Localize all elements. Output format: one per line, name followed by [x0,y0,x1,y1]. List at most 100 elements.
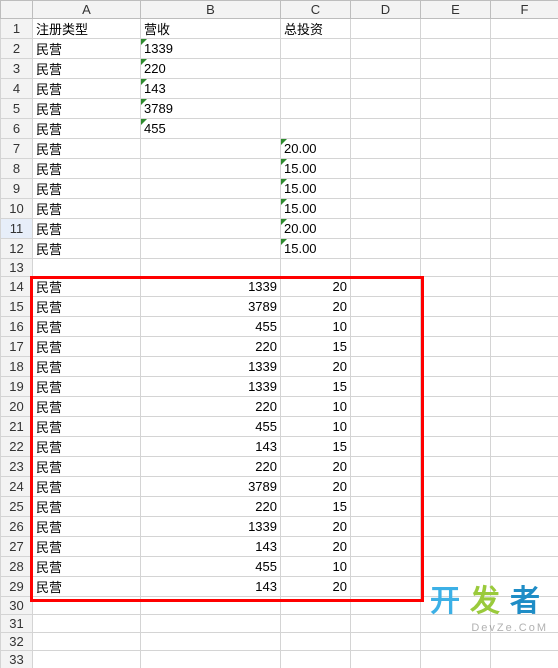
row-header[interactable]: 13 [1,259,33,277]
cell-A31[interactable] [33,615,141,633]
cell-B4[interactable]: 143 [141,79,281,99]
cell-E1[interactable] [421,19,491,39]
cell-E33[interactable] [421,651,491,668]
cell-E14[interactable] [421,277,491,297]
cell-C21[interactable]: 10 [281,417,351,437]
cell-B19[interactable]: 1339 [141,377,281,397]
row-header[interactable]: 19 [1,377,33,397]
cell-E16[interactable] [421,317,491,337]
cell-F28[interactable] [491,557,558,577]
cell-B20[interactable]: 220 [141,397,281,417]
cell-E21[interactable] [421,417,491,437]
cell-C33[interactable] [281,651,351,668]
cell-E13[interactable] [421,259,491,277]
cell-D20[interactable] [351,397,421,417]
cell-E25[interactable] [421,497,491,517]
cell-E32[interactable] [421,633,491,651]
row-header[interactable]: 1 [1,19,33,39]
cell-C8[interactable]: 15.00 [281,159,351,179]
cell-A26[interactable]: 民营 [33,517,141,537]
cell-F22[interactable] [491,437,558,457]
cell-F20[interactable] [491,397,558,417]
cell-F32[interactable] [491,633,558,651]
cell-B24[interactable]: 3789 [141,477,281,497]
cell-A18[interactable]: 民营 [33,357,141,377]
cell-E28[interactable] [421,557,491,577]
cell-C18[interactable]: 20 [281,357,351,377]
cell-B17[interactable]: 220 [141,337,281,357]
cell-C27[interactable]: 20 [281,537,351,557]
cell-C26[interactable]: 20 [281,517,351,537]
cell-F25[interactable] [491,497,558,517]
cell-D27[interactable] [351,537,421,557]
row-header[interactable]: 16 [1,317,33,337]
cell-F13[interactable] [491,259,558,277]
cell-F8[interactable] [491,159,558,179]
cell-D2[interactable] [351,39,421,59]
cell-E19[interactable] [421,377,491,397]
cell-A13[interactable] [33,259,141,277]
cell-A27[interactable]: 民营 [33,537,141,557]
cell-A20[interactable]: 民营 [33,397,141,417]
cell-C25[interactable]: 15 [281,497,351,517]
cell-F33[interactable] [491,651,558,668]
cell-A25[interactable]: 民营 [33,497,141,517]
cell-A32[interactable] [33,633,141,651]
cell-A19[interactable]: 民营 [33,377,141,397]
cell-C20[interactable]: 10 [281,397,351,417]
cell-E18[interactable] [421,357,491,377]
cell-A28[interactable]: 民营 [33,557,141,577]
cell-B22[interactable]: 143 [141,437,281,457]
cell-D30[interactable] [351,597,421,615]
cell-A6[interactable]: 民营 [33,119,141,139]
cell-B15[interactable]: 3789 [141,297,281,317]
cell-C16[interactable]: 10 [281,317,351,337]
cell-A11[interactable]: 民营 [33,219,141,239]
cell-A12[interactable]: 民营 [33,239,141,259]
row-header[interactable]: 12 [1,239,33,259]
cell-D28[interactable] [351,557,421,577]
row-header[interactable]: 7 [1,139,33,159]
cell-C17[interactable]: 15 [281,337,351,357]
row-header[interactable]: 9 [1,179,33,199]
row-header[interactable]: 3 [1,59,33,79]
cell-B1[interactable]: 营收 [141,19,281,39]
cell-E5[interactable] [421,99,491,119]
cell-D8[interactable] [351,159,421,179]
row-header[interactable]: 2 [1,39,33,59]
cell-D1[interactable] [351,19,421,39]
cell-B9[interactable] [141,179,281,199]
cell-B2[interactable]: 1339 [141,39,281,59]
select-all-corner[interactable] [1,1,33,19]
cell-F26[interactable] [491,517,558,537]
cell-F7[interactable] [491,139,558,159]
cell-A2[interactable]: 民营 [33,39,141,59]
cell-E4[interactable] [421,79,491,99]
cell-F3[interactable] [491,59,558,79]
cell-D14[interactable] [351,277,421,297]
cell-C30[interactable] [281,597,351,615]
cell-A3[interactable]: 民营 [33,59,141,79]
cell-F16[interactable] [491,317,558,337]
cell-A30[interactable] [33,597,141,615]
cell-A5[interactable]: 民营 [33,99,141,119]
cell-D19[interactable] [351,377,421,397]
cell-D33[interactable] [351,651,421,668]
cell-E12[interactable] [421,239,491,259]
cell-F18[interactable] [491,357,558,377]
cell-E26[interactable] [421,517,491,537]
cell-D5[interactable] [351,99,421,119]
cell-B6[interactable]: 455 [141,119,281,139]
cell-C14[interactable]: 20 [281,277,351,297]
cell-B31[interactable] [141,615,281,633]
cell-B23[interactable]: 220 [141,457,281,477]
cell-B13[interactable] [141,259,281,277]
cell-C4[interactable] [281,79,351,99]
row-header[interactable]: 5 [1,99,33,119]
cell-A21[interactable]: 民营 [33,417,141,437]
col-header-F[interactable]: F [491,1,558,19]
cell-C23[interactable]: 20 [281,457,351,477]
cell-D11[interactable] [351,219,421,239]
cell-F2[interactable] [491,39,558,59]
cell-E31[interactable] [421,615,491,633]
